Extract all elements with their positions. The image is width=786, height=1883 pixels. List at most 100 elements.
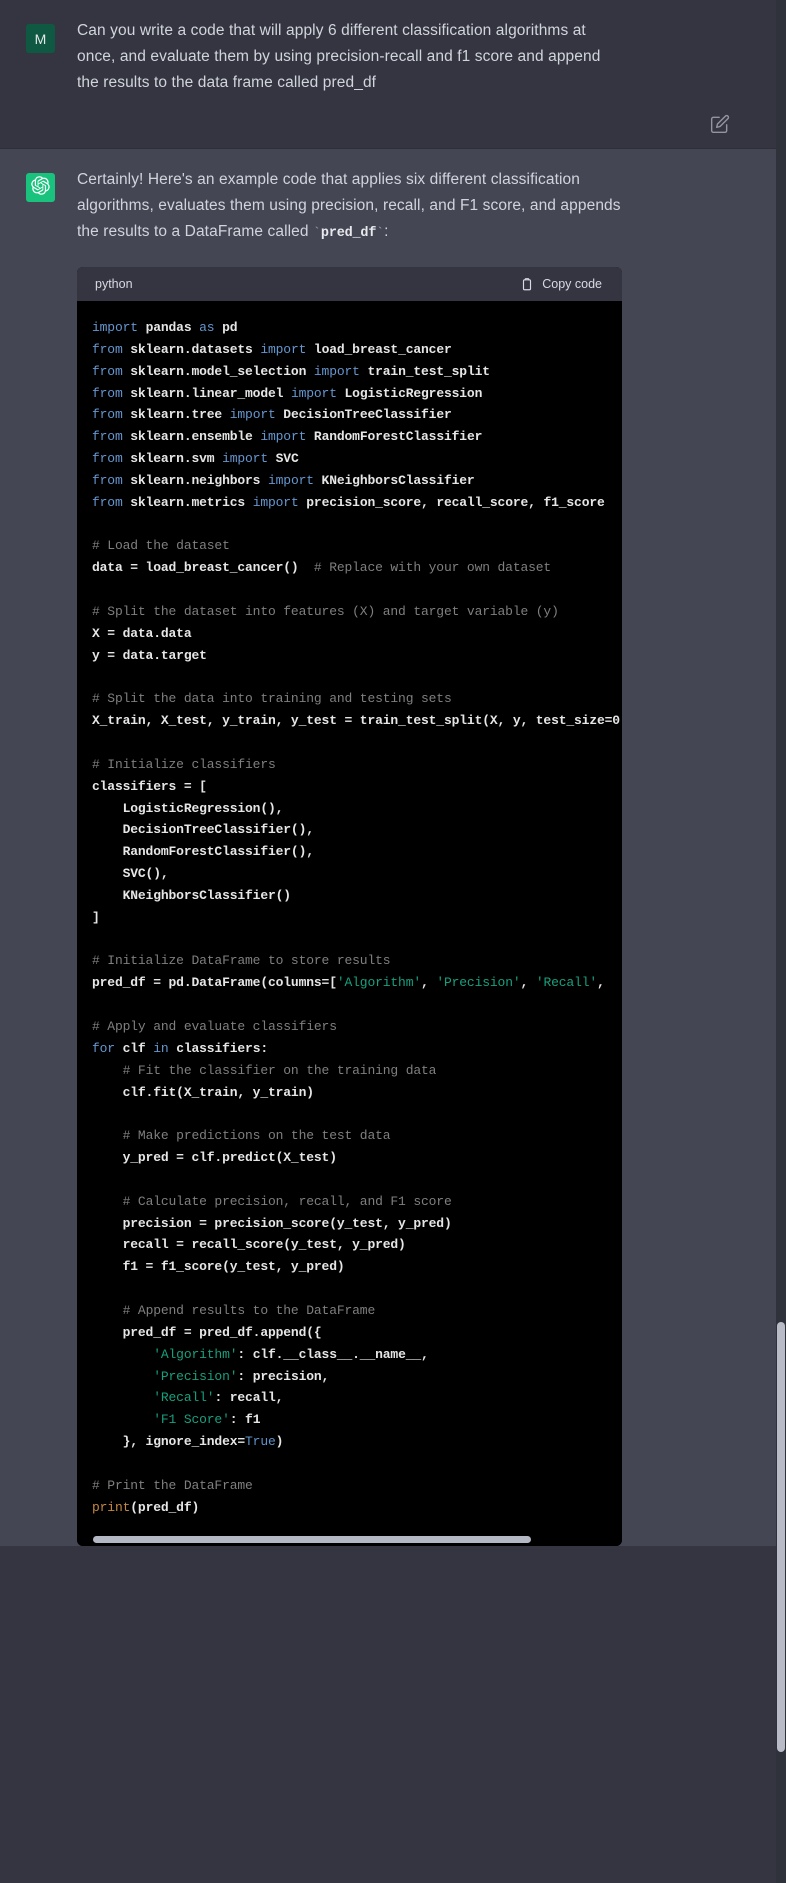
code-token-kw: import: [260, 429, 307, 445]
code-token-kw: from: [92, 494, 123, 510]
code-token-pl: recall = recall_score(y_test, y_pred): [92, 1237, 406, 1253]
code-token-cm: # Append results to the DataFrame: [122, 1302, 376, 1318]
code-token-pl: y = data.target: [92, 647, 207, 663]
code-token-cm: # Replace with your own dataset: [313, 560, 552, 576]
code-token-pl: sklearn.tree: [122, 407, 230, 423]
page-scrollbar-thumb[interactable]: [777, 1322, 785, 1752]
code-token-pl: pred_df = pd.DataFrame(columns=[: [92, 975, 337, 991]
code-token-pl: ): [275, 1434, 284, 1450]
code-token-kw: import: [290, 385, 337, 401]
code-token-pl: sklearn.neighbors: [122, 472, 268, 488]
code-token-cm: # Calculate precision, recall, and F1 sc…: [122, 1193, 452, 1209]
code-line-from_datasets: from sklearn.datasets import load_breast…: [92, 342, 452, 357]
code-token-pl: LogisticRegression: [336, 385, 483, 401]
code-line-comment_fit: # Fit the classifier on the training dat…: [92, 1062, 437, 1078]
code-token-pl: : precision,: [237, 1368, 330, 1384]
code-token-kw: from: [92, 429, 123, 445]
code-token-st: 'Algorithm': [153, 1346, 238, 1362]
code-line-from_linear_model: from sklearn.linear_model import Logisti…: [92, 386, 482, 401]
code-line-comment_load: # Load the dataset: [92, 538, 230, 553]
code-line-y_pred: y_pred = clf.predict(X_test): [92, 1150, 337, 1165]
code-horizontal-scrollbar[interactable]: [77, 1532, 622, 1547]
code-line-comment_split_train: # Split the data into training and testi…: [92, 691, 452, 706]
code-line-comment_append: # Append results to the DataFrame: [92, 1302, 376, 1318]
code-text[interactable]: import pandas as pd from sklearn.dataset…: [77, 317, 622, 1518]
code-token-pl: : f1: [229, 1412, 261, 1428]
copy-code-button[interactable]: Copy code: [520, 277, 606, 292]
assistant-message-column: Certainly! Here's an example code that a…: [77, 167, 786, 1547]
code-token-cm: # Initialize DataFrame to store results: [92, 953, 391, 969]
code-token-pl: sklearn.ensemble: [122, 429, 261, 445]
backtick-open: `: [313, 225, 321, 240]
code-token-kw: from: [92, 472, 123, 488]
code-token-pl: classifiers = [: [92, 778, 207, 794]
code-token-pl: y_pred = clf.predict(X_test): [92, 1150, 337, 1166]
backtick-close: `: [376, 225, 385, 240]
user-message-text: Can you write a code that will apply 6 d…: [77, 22, 601, 91]
code-token-kw: from: [92, 363, 123, 379]
code-token-bi: print: [92, 1499, 131, 1515]
code-token-pl: classifiers:: [168, 1040, 269, 1056]
code-token-st: 'Recall': [153, 1390, 215, 1406]
code-line-x_assign: X = data.data: [92, 626, 192, 641]
code-line-f1_calc: f1 = f1_score(y_test, y_pred): [92, 1259, 345, 1274]
code-line-data_assign: data = load_breast_cancer() # Replace wi…: [92, 560, 551, 575]
intro-part-2: :: [384, 223, 389, 240]
code-token-kw: import: [267, 472, 314, 488]
code-token-pl: pd: [214, 320, 238, 335]
code-token-kw: as: [199, 320, 215, 335]
code-token-kw: from: [92, 341, 123, 357]
code-token-cm: # Fit the classifier on the training dat…: [122, 1062, 437, 1078]
user-message-turn: M Can you write a code that will apply 6…: [0, 0, 786, 148]
code-line-append_algorithm: 'Algorithm': clf.__class__.__name__,: [92, 1347, 429, 1362]
code-token-st: 'Precision': [436, 975, 521, 991]
code-token-pl: sklearn.model_selection: [122, 363, 314, 379]
avatar-user: M: [26, 24, 55, 53]
code-token-pl: DecisionTreeClassifier: [275, 407, 452, 423]
code-token-st: 'Precision': [153, 1368, 238, 1384]
code-line-from_neighbors: from sklearn.neighbors import KNeighbors…: [92, 473, 475, 488]
code-token-cm: # Split the data into training and testi…: [92, 691, 452, 707]
code-line-comment_init_clf: # Initialize classifiers: [92, 757, 276, 772]
code-token-st: 'F1 Score': [153, 1412, 230, 1428]
code-token-pl: }, ignore_index=: [92, 1434, 246, 1450]
code-token-cm: # Make predictions on the test data: [122, 1128, 391, 1144]
code-token-pl: sklearn.datasets: [122, 341, 261, 357]
openai-logo-icon: [31, 175, 50, 200]
code-token-pl: DecisionTreeClassifier(),: [92, 822, 314, 838]
code-token-cm: # Initialize classifiers: [92, 756, 276, 772]
code-token-kw: from: [92, 385, 123, 401]
code-token-kw: import: [222, 451, 268, 467]
code-line-from_svm: from sklearn.svm import SVC: [92, 451, 299, 466]
code-token-pl: (pred_df): [130, 1499, 200, 1515]
user-message-column: Can you write a code that will apply 6 d…: [77, 18, 786, 148]
code-token-pl: f1 = f1_score(y_test, y_pred): [92, 1259, 345, 1275]
code-line-clf_fit: clf.fit(X_train, y_train): [92, 1085, 314, 1100]
code-token-pl: KNeighborsClassifier: [313, 472, 475, 488]
code-line-append_open: pred_df = pred_df.append({: [92, 1325, 322, 1340]
code-token-pl: precision_score, recall_score, f1_score: [298, 494, 605, 510]
code-line-train_test_split: X_train, X_test, y_train, y_test = train…: [92, 713, 620, 728]
code-token-kw: import: [229, 407, 276, 423]
code-line-clf_svc: SVC(),: [92, 866, 169, 881]
code-line-clf_knn: KNeighborsClassifier(): [92, 888, 291, 903]
code-token-pl: X_train, X_test, y_train, y_test = train…: [92, 713, 620, 729]
assistant-intro-text: Certainly! Here's an example code that a…: [77, 167, 622, 247]
code-token-pl: precision = precision_score(y_test, y_pr…: [92, 1215, 452, 1231]
code-line-append_f1: 'F1 Score': f1: [92, 1412, 260, 1427]
code-token-pl: pred_df = pred_df.append({: [92, 1324, 322, 1340]
code-token-st: 'Recall': [535, 975, 598, 991]
code-scrollbar-thumb[interactable]: [93, 1535, 531, 1543]
code-line-from_model_selection: from sklearn.model_selection import trai…: [92, 364, 490, 379]
code-line-classifiers_open: classifiers = [: [92, 779, 207, 794]
code-line-pred_df_init: pred_df = pd.DataFrame(columns=['Algorit…: [92, 975, 605, 990]
pencil-edit-icon[interactable]: [710, 114, 730, 134]
page-scrollbar-track[interactable]: [776, 0, 786, 1883]
code-line-comment_init_df: # Initialize DataFrame to store results: [92, 953, 391, 969]
code-line-append_precision: 'Precision': precision,: [92, 1369, 329, 1384]
